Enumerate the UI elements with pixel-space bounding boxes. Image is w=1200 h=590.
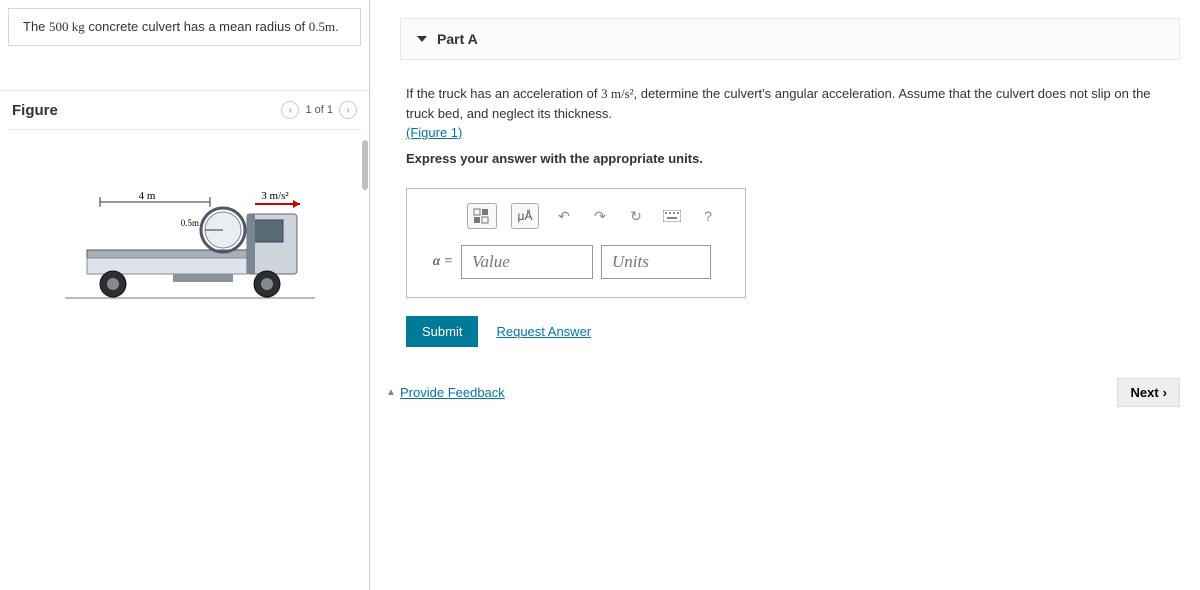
instructions: If the truck has an acceleration of 3 m/… [406, 84, 1180, 168]
redo-icon[interactable]: ↷ [589, 205, 611, 227]
truck-diagram: 4 m 3 m/s² 0.5m [45, 190, 325, 320]
problem-statement: The 500 kg concrete culvert has a mean r… [8, 8, 361, 46]
figure-next-button[interactable]: › [339, 101, 357, 119]
figure-title: Figure [12, 102, 58, 119]
part-header[interactable]: Part A [400, 18, 1180, 60]
chevron-right-icon: › [1163, 385, 1167, 400]
help-icon[interactable]: ? [697, 205, 719, 227]
part-title: Part A [437, 31, 478, 47]
value-input[interactable] [461, 245, 593, 279]
reset-icon[interactable]: ↻ [625, 205, 647, 227]
next-button[interactable]: Next › [1117, 378, 1180, 407]
answer-box: μÅ ↶ ↷ ↻ ? α = [406, 188, 746, 298]
figure-body: 4 m 3 m/s² 0.5m [0, 140, 369, 340]
figure-link[interactable]: (Figure 1) [406, 125, 462, 140]
units-button[interactable]: μÅ [511, 203, 539, 229]
undo-icon[interactable]: ↶ [553, 205, 575, 227]
template-button[interactable] [467, 203, 497, 229]
radius-label: 0.5m [180, 218, 198, 228]
alpha-label: α = [423, 254, 453, 270]
collapse-icon[interactable]: ▲ [386, 387, 396, 398]
collapse-caret-icon [417, 36, 427, 42]
figure-prev-button[interactable]: ‹ [281, 101, 299, 119]
figure-pager: ‹ 1 of 1 › [281, 101, 357, 119]
accel-label: 3 m/s² [261, 190, 289, 202]
scrollbar-handle[interactable] [362, 140, 368, 190]
request-answer-link[interactable]: Request Answer [496, 324, 591, 339]
provide-feedback-link[interactable]: Provide Feedback [400, 385, 505, 400]
submit-button[interactable]: Submit [406, 316, 478, 347]
length-label: 4 m [138, 190, 155, 202]
keyboard-icon[interactable] [661, 205, 683, 227]
units-input[interactable] [601, 245, 711, 279]
